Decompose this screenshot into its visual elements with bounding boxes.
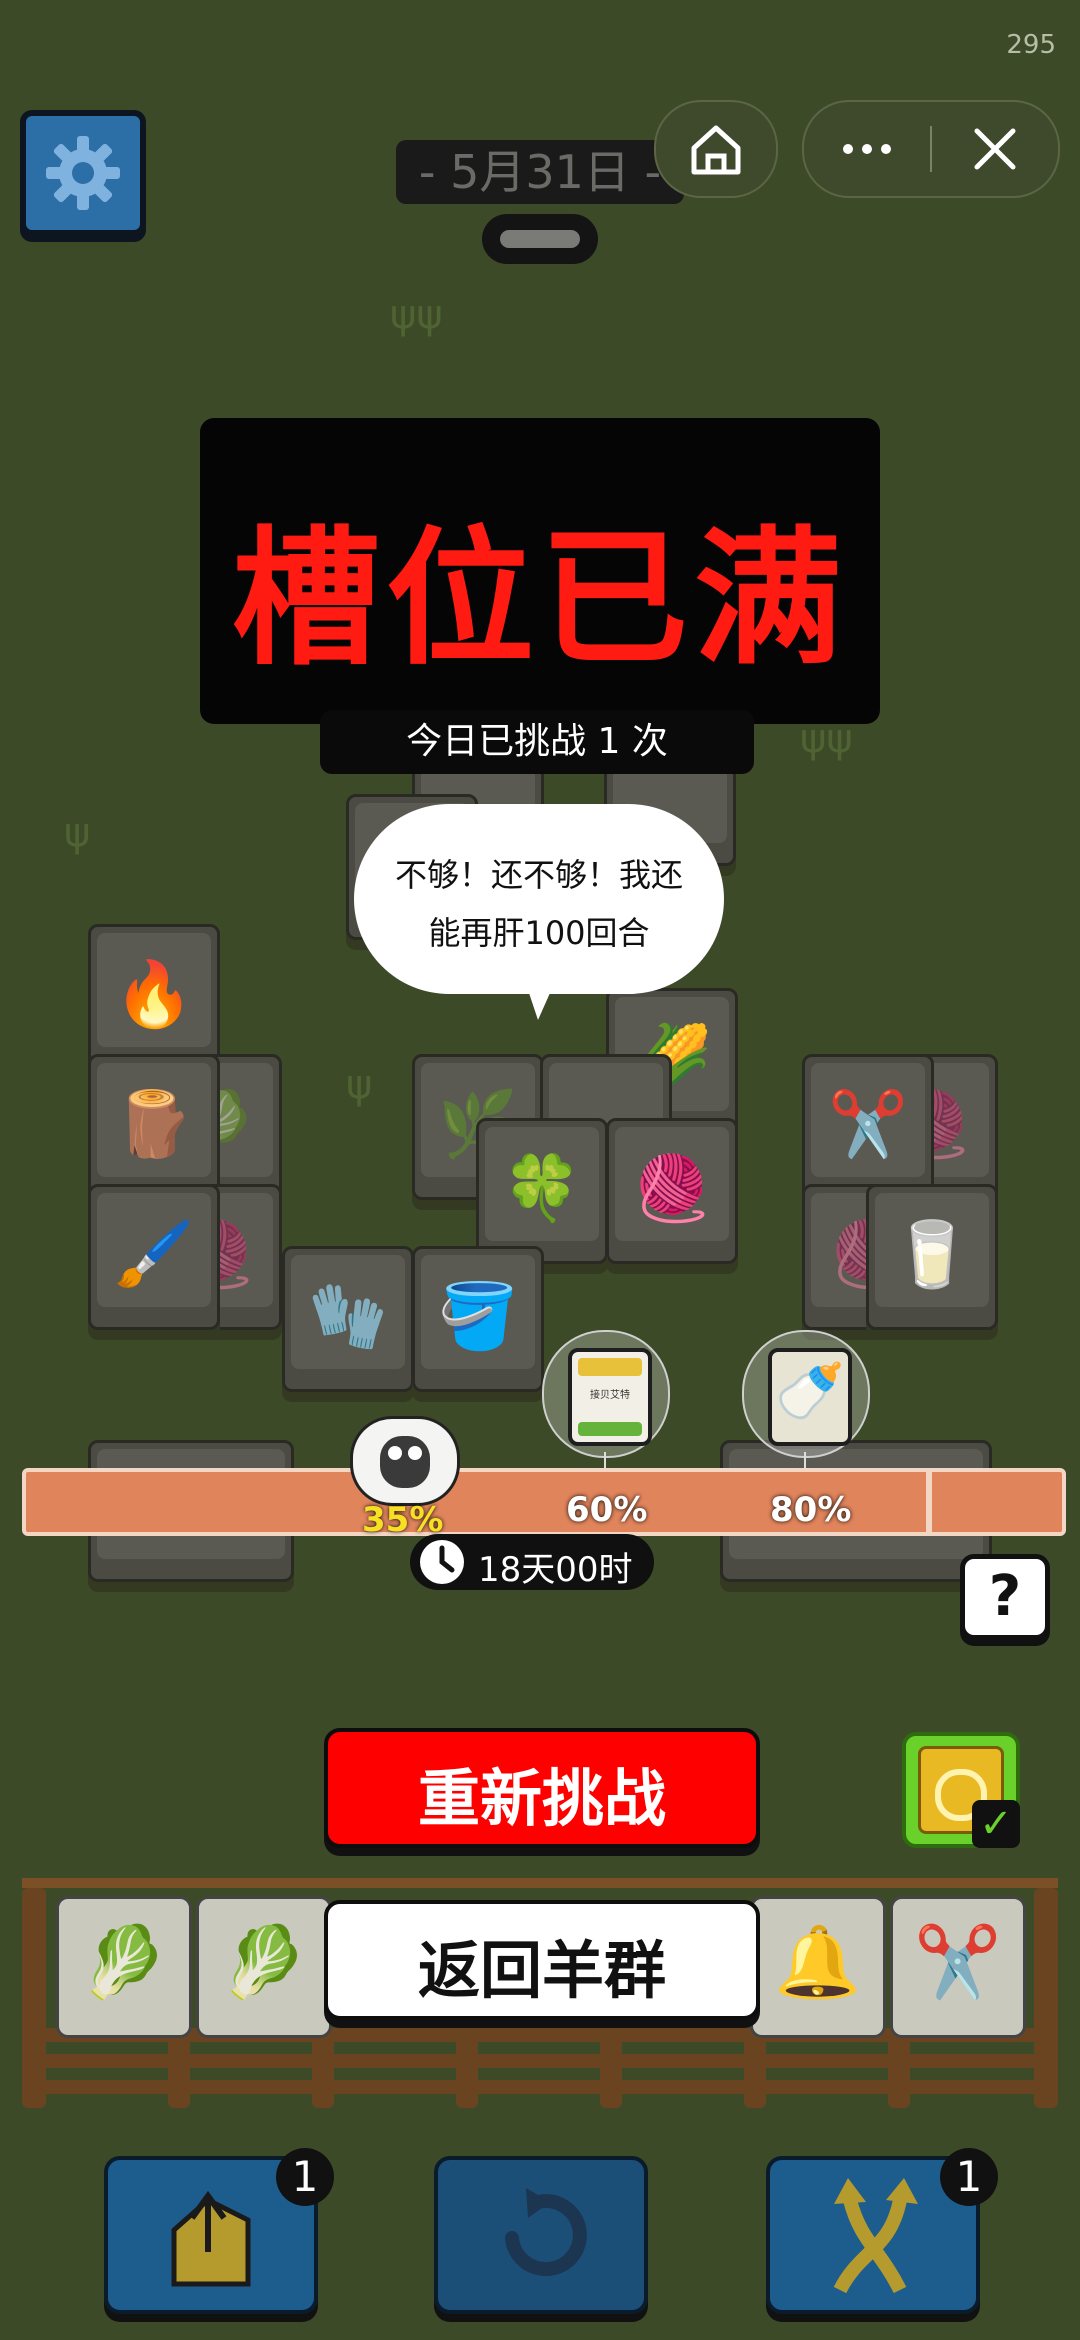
tile-milk-can: 🥛	[866, 1184, 998, 1330]
check-icon: ✓	[972, 1800, 1020, 1848]
home-icon	[691, 125, 741, 175]
move-out-badge: 1	[276, 2148, 334, 2206]
speech-bubble: 不够！还不够！我还 能再肝100回合	[354, 804, 724, 994]
sheep-avatar	[346, 1412, 460, 1508]
progress-label-60: 60%	[566, 1490, 648, 1530]
progress-bar-divider	[926, 1468, 932, 1536]
yarn-icon: 🧶	[632, 1152, 712, 1226]
close-icon	[974, 128, 1016, 170]
speech-bubble-tail	[526, 984, 554, 1020]
undo-icon	[505, 2188, 587, 2277]
settings-button[interactable]	[20, 110, 146, 236]
progress-label-80: 80%	[770, 1490, 852, 1530]
slot-tile-cabbage: 🥬	[56, 1896, 192, 2038]
home-button[interactable]	[654, 100, 778, 198]
bell-icon: 🔔	[774, 1921, 862, 2003]
undo-tool-button[interactable]	[434, 2156, 648, 2314]
ad-coupon-button[interactable]: ✓	[902, 1732, 1020, 1848]
status-number: 295	[1006, 30, 1056, 60]
countdown-text: 18天00时	[478, 1550, 633, 1590]
scissors-icon: ✂️	[914, 1921, 1002, 2003]
speech-line-1: 不够！还不够！我还	[394, 856, 683, 894]
close-button[interactable]	[932, 102, 1058, 196]
capsule-menu	[802, 100, 1060, 198]
slot-tile-bell: 🔔	[750, 1896, 886, 2038]
reward-milestone-80: 🍼	[742, 1330, 870, 1458]
speech-line-2: 能再肝100回合	[428, 914, 650, 952]
clock-icon	[420, 1540, 464, 1584]
tile-brush: 🖌️	[88, 1184, 220, 1330]
slot-tile-cabbage: 🥬	[196, 1896, 332, 2038]
reward-milestone-60: 接贝艾特	[542, 1330, 670, 1458]
tile-stump: 🪵	[88, 1054, 220, 1200]
formula-can-icon: 接贝艾特	[568, 1348, 652, 1446]
slot-full-title: 槽位已满	[232, 513, 848, 685]
tile-clover: 🍀	[476, 1118, 608, 1264]
tile-glove: 🧤	[282, 1246, 414, 1392]
more-icon	[843, 144, 891, 154]
reward-60-text: 接贝艾特	[590, 1390, 630, 1401]
bucket-icon: 🪣	[438, 1280, 518, 1354]
scissors-icon: ✂️	[828, 1088, 908, 1162]
tile-yarn: 🧶	[606, 1118, 738, 1264]
tile-campfire: 🔥	[88, 924, 220, 1070]
date-text: - 5月31日 -	[418, 145, 662, 199]
back-to-flock-label: 返回羊群	[417, 1934, 666, 2007]
retry-button-label: 重新挑战	[417, 1762, 666, 1835]
progress-capsule	[482, 214, 598, 264]
shuffle-badge: 1	[940, 2148, 998, 2206]
gear-icon	[46, 136, 120, 210]
date-label: - 5月31日 -	[396, 140, 684, 204]
progress-bar	[22, 1468, 1066, 1536]
challenge-count-text: 今日已挑战 1 次	[406, 721, 668, 762]
slot-full-banner: 槽位已满	[200, 418, 880, 724]
grass-decoration: ψ	[346, 1062, 373, 1108]
brush-icon: 🖌️	[114, 1218, 194, 1292]
help-icon: ?	[988, 1564, 1022, 1629]
grass-decoration: ψψ	[390, 292, 443, 338]
tile-scissors: ✂️	[802, 1054, 934, 1200]
milk-can-icon: 🥛	[892, 1218, 972, 1292]
glove-icon: 🧤	[308, 1280, 388, 1354]
help-button[interactable]: ?	[960, 1554, 1050, 1640]
retry-button[interactable]: 重新挑战	[324, 1728, 760, 1848]
more-button[interactable]	[804, 102, 930, 196]
slot-tile-scissors: ✂️	[890, 1896, 1026, 2038]
grass-decoration: ψ	[64, 810, 91, 856]
tile-bucket: 🪣	[412, 1246, 544, 1392]
challenge-count-label: 今日已挑战 1 次	[320, 710, 754, 774]
stump-icon: 🪵	[114, 1088, 194, 1162]
shuffle-count: 1	[955, 2152, 983, 2201]
cabbage-icon: 🥬	[80, 1921, 168, 2003]
fire-icon: 🔥	[114, 958, 194, 1032]
move-out-count: 1	[291, 2152, 319, 2201]
clover-icon: 🍀	[502, 1152, 582, 1226]
back-to-flock-button[interactable]: 返回羊群	[324, 1900, 760, 2020]
cabbage-icon: 🥬	[220, 1921, 308, 2003]
baby-bottle-icon: 🍼	[768, 1348, 852, 1446]
countdown-timer: 18天00时	[410, 1534, 654, 1590]
